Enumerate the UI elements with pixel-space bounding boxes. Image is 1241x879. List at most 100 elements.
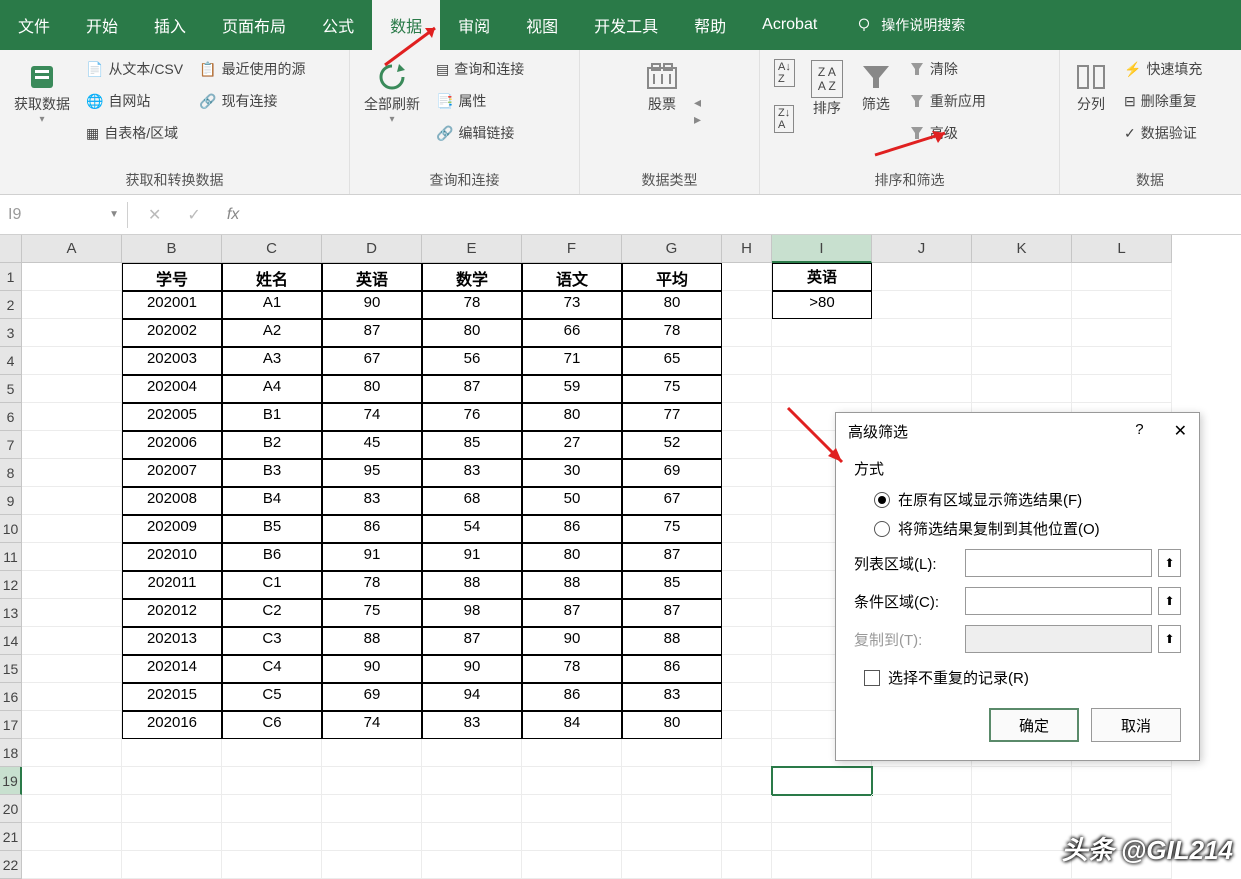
cell[interactable] [722, 431, 772, 459]
tab-formula[interactable]: 公式 [304, 0, 372, 50]
cell[interactable] [22, 403, 122, 431]
cell[interactable] [222, 767, 322, 795]
cell[interactable]: 67 [622, 487, 722, 515]
cell[interactable] [722, 543, 772, 571]
properties-button[interactable]: 📑属性 [432, 88, 528, 114]
cell[interactable] [722, 823, 772, 851]
tell-me-search[interactable]: 操作说明搜索 [855, 15, 965, 35]
cell[interactable] [22, 543, 122, 571]
tab-dev[interactable]: 开发工具 [576, 0, 676, 50]
sort-asc-button[interactable]: A↓Z [770, 56, 799, 90]
select-all-corner[interactable] [0, 235, 22, 263]
cell[interactable]: 英语 [772, 263, 872, 291]
cell[interactable]: 202008 [122, 487, 222, 515]
cell[interactable] [772, 347, 872, 375]
cell[interactable]: 95 [322, 459, 422, 487]
cell[interactable]: 英语 [322, 263, 422, 291]
cell[interactable]: 80 [622, 711, 722, 739]
column-header[interactable]: L [1072, 235, 1172, 263]
cell[interactable] [522, 739, 622, 767]
cell[interactable] [872, 319, 972, 347]
cell[interactable]: 74 [322, 711, 422, 739]
cell[interactable]: 202016 [122, 711, 222, 739]
cell[interactable]: 98 [422, 599, 522, 627]
cell[interactable] [872, 375, 972, 403]
stocks-button[interactable]: 股票 [638, 56, 686, 118]
radio-filter-in-place[interactable]: 在原有区域显示筛选结果(F) [874, 489, 1181, 510]
cell[interactable] [722, 487, 772, 515]
cell[interactable]: 75 [622, 375, 722, 403]
cell[interactable] [722, 627, 772, 655]
cell[interactable]: 数学 [422, 263, 522, 291]
cell[interactable]: A3 [222, 347, 322, 375]
row-header[interactable]: 8 [0, 459, 22, 487]
cell[interactable]: 77 [622, 403, 722, 431]
cell[interactable]: B1 [222, 403, 322, 431]
cell[interactable]: 语文 [522, 263, 622, 291]
cell[interactable] [22, 711, 122, 739]
cell[interactable] [722, 767, 772, 795]
cell[interactable] [22, 599, 122, 627]
cell[interactable]: 202010 [122, 543, 222, 571]
range-picker-icon[interactable]: ⬆ [1158, 587, 1181, 615]
cell[interactable]: 67 [322, 347, 422, 375]
cell[interactable]: 85 [422, 431, 522, 459]
cell[interactable]: 52 [622, 431, 722, 459]
cell[interactable]: 90 [522, 627, 622, 655]
cell[interactable]: 88 [422, 571, 522, 599]
from-csv-button[interactable]: 📄从文本/CSV [82, 56, 187, 82]
cell[interactable] [972, 375, 1072, 403]
cell[interactable]: C5 [222, 683, 322, 711]
tab-help[interactable]: 帮助 [676, 0, 744, 50]
cell[interactable]: B2 [222, 431, 322, 459]
cell[interactable] [22, 375, 122, 403]
cell[interactable] [22, 431, 122, 459]
cell[interactable]: 87 [322, 319, 422, 347]
reapply-button[interactable]: 重新应用 [905, 88, 990, 114]
cell[interactable]: 56 [422, 347, 522, 375]
cell[interactable] [1072, 767, 1172, 795]
cell[interactable]: 202001 [122, 291, 222, 319]
cell[interactable] [322, 767, 422, 795]
remove-dup-button[interactable]: ⊟删除重复 [1120, 88, 1206, 114]
cell[interactable]: 87 [522, 599, 622, 627]
cell[interactable]: A1 [222, 291, 322, 319]
cell[interactable] [1072, 291, 1172, 319]
criteria-range-input[interactable] [965, 587, 1152, 615]
sort-button[interactable]: Z AA Z 排序 [807, 56, 847, 122]
cell[interactable]: 68 [422, 487, 522, 515]
cell[interactable] [722, 683, 772, 711]
cell[interactable]: 30 [522, 459, 622, 487]
cell[interactable]: 83 [322, 487, 422, 515]
cell[interactable] [222, 739, 322, 767]
cell[interactable]: 202003 [122, 347, 222, 375]
cell[interactable] [222, 795, 322, 823]
cell[interactable]: >80 [772, 291, 872, 319]
cell[interactable] [972, 767, 1072, 795]
cell[interactable] [522, 767, 622, 795]
cell[interactable]: 202004 [122, 375, 222, 403]
cell[interactable]: B6 [222, 543, 322, 571]
cell[interactable]: 87 [422, 627, 522, 655]
cell[interactable]: 86 [622, 655, 722, 683]
cell[interactable]: C4 [222, 655, 322, 683]
row-header[interactable]: 11 [0, 543, 22, 571]
cell[interactable]: 74 [322, 403, 422, 431]
flash-fill-button[interactable]: ⚡快速填充 [1120, 56, 1206, 82]
cell[interactable] [622, 795, 722, 823]
cell[interactable]: 202015 [122, 683, 222, 711]
cell[interactable] [22, 515, 122, 543]
cell[interactable] [972, 347, 1072, 375]
row-header[interactable]: 12 [0, 571, 22, 599]
cell[interactable] [972, 263, 1072, 291]
cell[interactable]: 80 [522, 403, 622, 431]
list-range-input[interactable] [965, 549, 1152, 577]
cell[interactable]: 88 [622, 627, 722, 655]
ok-button[interactable]: 确定 [989, 708, 1079, 742]
cell[interactable]: 66 [522, 319, 622, 347]
cell[interactable] [622, 823, 722, 851]
row-header[interactable]: 7 [0, 431, 22, 459]
cell[interactable] [872, 347, 972, 375]
cell[interactable]: 90 [422, 655, 522, 683]
cell[interactable]: 78 [522, 655, 622, 683]
